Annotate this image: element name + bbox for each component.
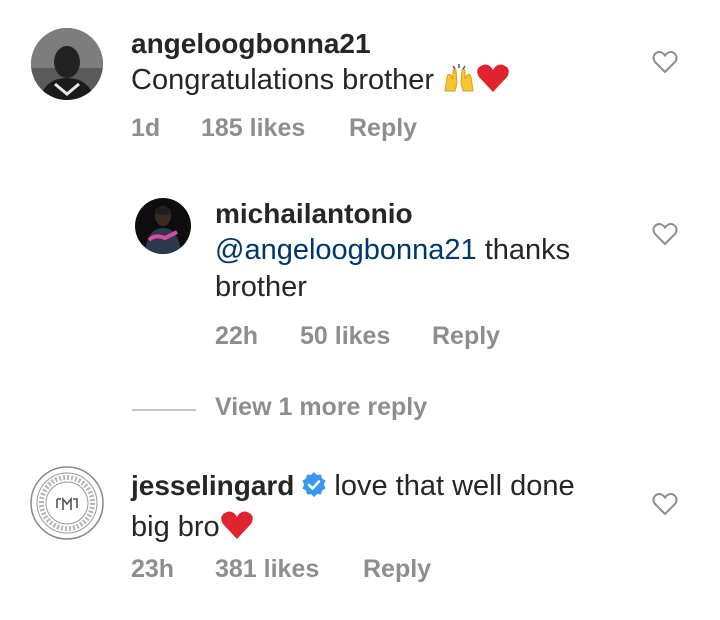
divider-line [132, 409, 196, 411]
verified-badge-icon [300, 471, 328, 509]
red-heart-emoji [220, 510, 254, 550]
avatar[interactable] [135, 198, 191, 254]
reply-button[interactable]: Reply [363, 555, 431, 584]
comment-likes[interactable]: 381 likes [215, 555, 363, 584]
reply-button[interactable]: Reply [349, 114, 417, 143]
comment-likes[interactable]: 185 likes [201, 114, 349, 143]
like-heart-icon[interactable] [652, 492, 678, 516]
comment-age: 22h [215, 322, 259, 350]
comment-meta: 22h 50 likes Reply [215, 322, 500, 351]
comment-body-line1: thanks [476, 234, 571, 266]
comment-body-line1: love that well done [334, 470, 575, 502]
avatar[interactable] [31, 28, 103, 100]
comment-body-line2: big bro [131, 511, 220, 543]
comment-username[interactable]: jesselingard [131, 470, 294, 501]
red-heart-emoji [476, 63, 510, 103]
like-heart-icon[interactable] [652, 50, 678, 74]
comment-text: Congratulations brother [131, 62, 510, 103]
raising-hands-emoji [442, 63, 476, 103]
reply-button[interactable]: Reply [432, 322, 500, 351]
view-more-replies[interactable]: View 1 more reply [132, 393, 532, 427]
comment-text: jesselingard love that well done big bro [131, 468, 631, 550]
mention-link[interactable]: @angeloogbonna21 [215, 234, 477, 266]
comment-meta: 23h 381 likes Reply [131, 555, 431, 584]
comment-meta: 1d 185 likes Reply [131, 114, 417, 143]
comment-username[interactable]: michailantonio [215, 196, 635, 232]
comment-age: 23h [131, 555, 175, 583]
comment-age: 1d [131, 114, 161, 142]
avatar[interactable] [30, 466, 104, 540]
comment-text: @angeloogbonna21 thanks brother [215, 232, 635, 306]
comment-body: Congratulations brother [131, 64, 435, 96]
like-heart-icon[interactable] [652, 222, 678, 246]
view-more-replies-label[interactable]: View 1 more reply [215, 393, 427, 422]
comment-likes[interactable]: 50 likes [300, 322, 432, 351]
comment-body-line2: brother [215, 271, 307, 303]
comment-username[interactable]: angeloogbonna21 [131, 26, 510, 62]
